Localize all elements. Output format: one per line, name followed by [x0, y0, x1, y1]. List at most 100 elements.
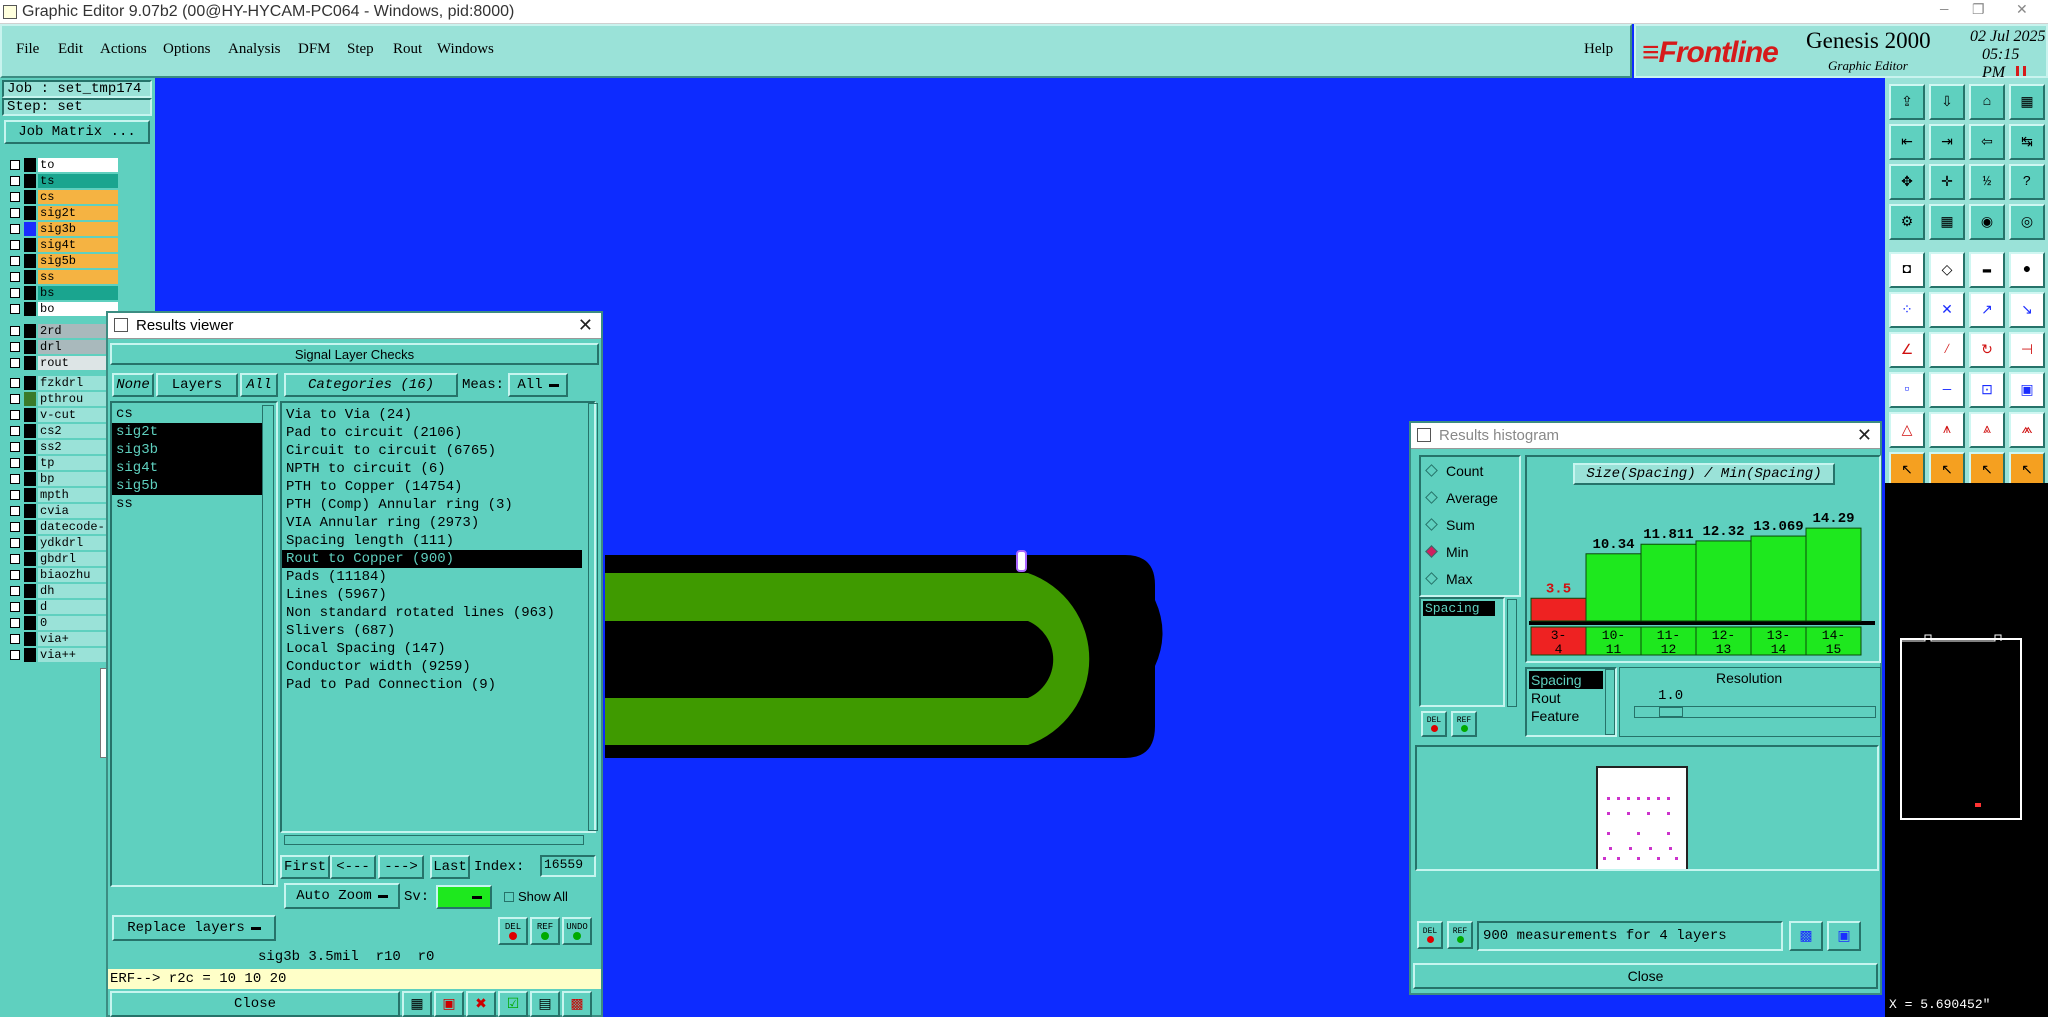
menu-windows[interactable]: Windows: [437, 41, 494, 58]
category-item[interactable]: Local Spacing (147): [282, 640, 582, 658]
category-item[interactable]: NPTH to circuit (6): [282, 460, 582, 478]
pad-icon[interactable]: ●: [2009, 252, 2045, 288]
home-icon[interactable]: ⌂: [1969, 84, 2005, 120]
category-item[interactable]: Circuit to circuit (6765): [282, 442, 582, 460]
dash-icon[interactable]: —: [1929, 372, 1965, 408]
category-item[interactable]: Conductor width (9259): [282, 658, 582, 676]
menu-edit[interactable]: Edit: [58, 41, 83, 58]
layer-checkbox[interactable]: [10, 458, 20, 468]
cross-icon[interactable]: ✕: [1929, 292, 1965, 328]
menu-help[interactable]: Help: [1584, 41, 1613, 58]
line-icon[interactable]: ▬: [1969, 252, 2005, 288]
half-icon[interactable]: ½: [1969, 164, 2005, 200]
layer-checkbox[interactable]: [10, 208, 20, 218]
graph-icon[interactable]: ▦: [402, 991, 432, 1017]
category-item[interactable]: Pad to Pad Connection (9): [282, 676, 582, 694]
layer-checkbox[interactable]: [10, 618, 20, 628]
histogram-close-button[interactable]: Close: [1413, 963, 1878, 989]
refresh-icon[interactable]: REF: [1447, 921, 1473, 949]
settings-icon[interactable]: ⚙: [1889, 204, 1925, 240]
categories-list[interactable]: Via to Via (24) Pad to circuit (2106) Circ…: [280, 401, 596, 833]
layer-checkbox[interactable]: [10, 378, 20, 388]
auto-zoom-dropdown[interactable]: Auto Zoom: [284, 883, 400, 909]
arrow-down-icon[interactable]: ↘: [2009, 292, 2045, 328]
layer-checkbox[interactable]: [10, 240, 20, 250]
rotate-icon[interactable]: ↻: [1969, 332, 2005, 368]
dots-icon[interactable]: ⁘: [1889, 292, 1925, 328]
show-all-checkbox[interactable]: [504, 892, 514, 902]
layer-checkbox[interactable]: [10, 192, 20, 202]
layer-name[interactable]: ss: [38, 270, 118, 284]
move-icon[interactable]: ✥: [1889, 164, 1925, 200]
target-icon[interactable]: ◎: [2009, 204, 2045, 240]
layer-item[interactable]: sig2t: [112, 423, 262, 441]
save-icon[interactable]: ⇩: [1929, 84, 1965, 120]
layer-row[interactable]: to: [0, 157, 155, 173]
bracket-icon[interactable]: ⊣: [2009, 332, 2045, 368]
angle-icon[interactable]: ∠: [1889, 332, 1925, 368]
layer-name[interactable]: sig5b: [38, 254, 118, 268]
layer-checkbox[interactable]: [10, 288, 20, 298]
layer-checkbox[interactable]: [10, 570, 20, 580]
center-icon[interactable]: ✛: [1929, 164, 1965, 200]
layer-checkbox[interactable]: [10, 650, 20, 660]
matrix-icon[interactable]: ▦: [1929, 204, 1965, 240]
open-icon[interactable]: ⇪: [1889, 84, 1925, 120]
layer-name[interactable]: sig4t: [38, 238, 118, 252]
layer-checkbox[interactable]: [10, 304, 20, 314]
measure-item[interactable]: Spacing: [1423, 601, 1495, 616]
layer-checkbox[interactable]: [10, 160, 20, 170]
box-icon[interactable]: ⊡: [1969, 372, 2005, 408]
menu-dfm[interactable]: DFM: [298, 41, 331, 58]
next-button[interactable]: --->: [378, 855, 424, 879]
menu-analysis[interactable]: Analysis: [228, 41, 281, 58]
mode-radio[interactable]: Sum: [1421, 511, 1519, 538]
layer-row[interactable]: sig3b: [0, 221, 155, 237]
category-item[interactable]: VIA Annular ring (2973): [282, 514, 582, 532]
layer-checkbox[interactable]: [10, 176, 20, 186]
option-item[interactable]: Feature: [1529, 707, 1603, 725]
layer-checkbox[interactable]: [10, 224, 20, 234]
back-icon[interactable]: ⇦: [1969, 124, 2005, 160]
replace-layers-dropdown[interactable]: Replace layers: [112, 915, 276, 941]
option-item[interactable]: Spacing: [1529, 671, 1603, 689]
right-icon[interactable]: ⇥: [1929, 124, 1965, 160]
menu-actions[interactable]: Actions: [100, 41, 147, 58]
menu-file[interactable]: File: [16, 41, 39, 58]
undo-icon[interactable]: UNDO: [562, 917, 592, 945]
resolution-slider[interactable]: [1634, 706, 1876, 718]
layers-list[interactable]: cs sig2t sig3b sig4t sig5b ss: [110, 401, 278, 887]
job-matrix-button[interactable]: Job Matrix ...: [4, 120, 150, 144]
help-icon[interactable]: ?: [2009, 164, 2045, 200]
rect-icon[interactable]: ▫: [1889, 372, 1925, 408]
refresh-icon[interactable]: REF: [1451, 711, 1477, 737]
delete-icon[interactable]: DEL: [1421, 711, 1447, 737]
categories-scrollbar[interactable]: [588, 403, 598, 831]
categories-hscrollbar[interactable]: [284, 835, 584, 845]
last-button[interactable]: Last: [430, 855, 470, 879]
delete-icon[interactable]: DEL: [498, 917, 528, 945]
close-icon[interactable]: ✕: [1857, 425, 1872, 446]
window-icon[interactable]: ▣: [1827, 921, 1861, 951]
layer-row[interactable]: cs: [0, 189, 155, 205]
layers-none-button[interactable]: None: [112, 373, 154, 397]
category-item[interactable]: Pads (11184): [282, 568, 582, 586]
layer-checkbox[interactable]: [10, 394, 20, 404]
layer-checkbox[interactable]: [10, 554, 20, 564]
layer-row[interactable]: ss: [0, 269, 155, 285]
category-item[interactable]: Spacing length (111): [282, 532, 582, 550]
close-icon[interactable]: ✕: [578, 315, 593, 336]
layer-row[interactable]: sig2t: [0, 205, 155, 221]
mode-radio[interactable]: Max: [1421, 565, 1519, 592]
delete-icon[interactable]: DEL: [1417, 921, 1443, 949]
category-item[interactable]: PTH (Comp) Annular ring (3): [282, 496, 582, 514]
polygon-icon[interactable]: ◇: [1929, 252, 1965, 288]
first-button[interactable]: First: [280, 855, 330, 879]
layer-item[interactable]: ss: [112, 495, 262, 513]
drill-icon[interactable]: ◉: [1969, 204, 2005, 240]
layer-checkbox[interactable]: [10, 272, 20, 282]
category-item[interactable]: Non standard rotated lines (963): [282, 604, 582, 622]
measure-scrollbar[interactable]: [1507, 599, 1517, 707]
meas-dropdown[interactable]: All: [508, 373, 568, 397]
layer-row[interactable]: bs: [0, 285, 155, 301]
